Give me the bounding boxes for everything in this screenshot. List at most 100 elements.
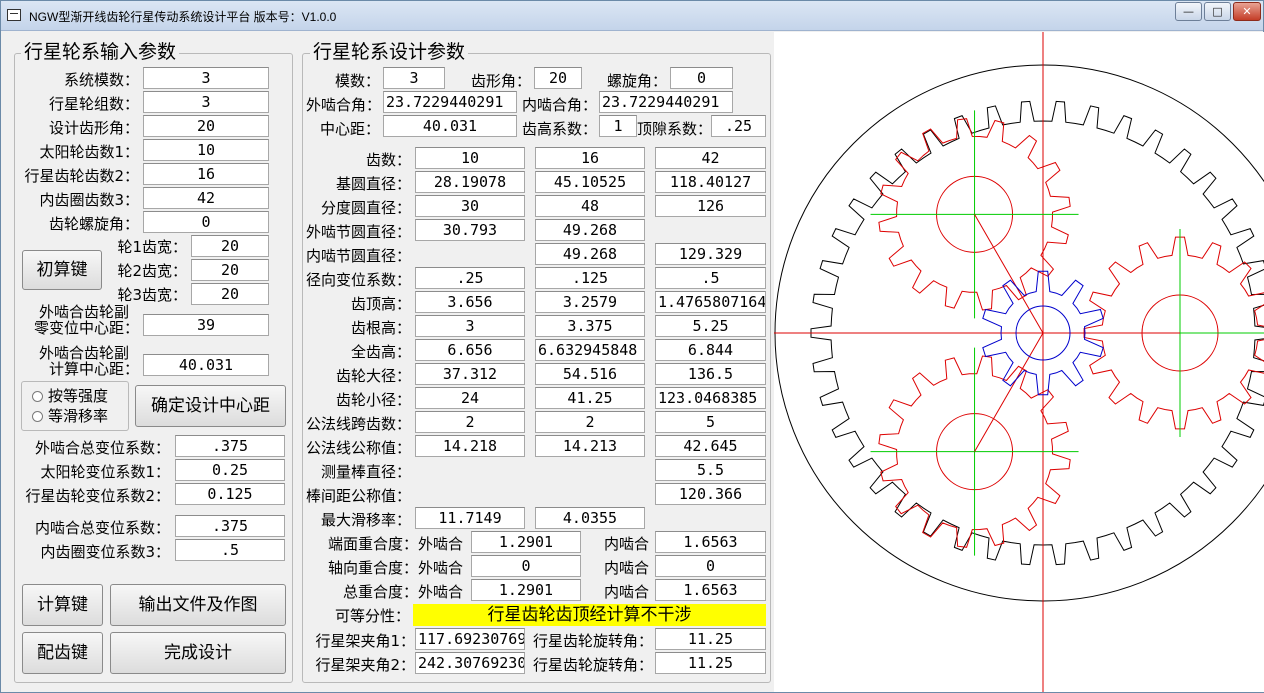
teeth-value-ring[interactable]: 42 <box>655 147 766 169</box>
helix-angle-input[interactable]: 0 <box>143 211 269 233</box>
ext-operating-pitch-planet[interactable]: 49.268 <box>535 219 645 241</box>
sun-teeth-input[interactable]: 10 <box>143 139 269 161</box>
addendum-planet[interactable]: 3.2579 <box>535 291 645 313</box>
int-operating-pitch-label: 内啮节圆直径： <box>306 247 412 265</box>
span-length-sun[interactable]: 14.218 <box>415 435 525 457</box>
planet-count-input[interactable]: 3 <box>143 91 269 113</box>
dedendum-sun[interactable]: 3 <box>415 315 525 337</box>
minor-diameter-planet[interactable]: 41.25 <box>535 387 645 409</box>
radio-equal-slide[interactable] <box>32 411 43 422</box>
whole-depth-planet[interactable]: 6.632945848 <box>535 339 645 361</box>
design-module-value[interactable]: 3 <box>383 67 445 89</box>
span-teeth-planet[interactable]: 2 <box>535 411 645 433</box>
minor-diameter-sun[interactable]: 24 <box>415 387 525 409</box>
carrier-angle2-value[interactable]: 242.3076923077 <box>415 652 525 674</box>
addendum-label: 齿顶高： <box>350 295 411 313</box>
max-slide-ratio-planet[interactable]: 4.0355 <box>535 507 645 529</box>
carrier-angle1-value[interactable]: 117.6923076923 <box>415 628 525 650</box>
span-teeth-label: 公法线跨齿数： <box>306 415 412 433</box>
span-teeth-sun[interactable]: 2 <box>415 411 525 433</box>
whole-depth-ring[interactable]: 6.844 <box>655 339 766 361</box>
major-diameter-ring[interactable]: 136.5 <box>655 363 766 385</box>
ring-teeth-input[interactable]: 42 <box>143 187 269 209</box>
int-operating-pitch-ring[interactable]: 129.329 <box>655 243 766 265</box>
ext-total-shift-input[interactable]: .375 <box>175 435 285 457</box>
module-input[interactable]: 3 <box>143 67 269 89</box>
confirm-center-button[interactable]: 确定设计中心距 <box>135 385 286 427</box>
match-teeth-button[interactable]: 配齿键 <box>22 632 103 674</box>
int-operating-pitch-planet[interactable]: 49.268 <box>535 243 645 265</box>
assembly-label: 可等分性： <box>334 607 410 625</box>
major-diameter-sun[interactable]: 37.312 <box>415 363 525 385</box>
output-and-plot-button[interactable]: 输出文件及作图 <box>110 584 286 626</box>
gear2-width-input[interactable]: 20 <box>191 259 269 281</box>
pitch-diameter-sun[interactable]: 30 <box>415 195 525 217</box>
design-helix-value[interactable]: 0 <box>670 67 733 89</box>
ext-calc-center-input[interactable]: 40.031 <box>143 354 269 376</box>
gear3-width-input[interactable]: 20 <box>191 283 269 305</box>
pitch-diameter-planet[interactable]: 48 <box>535 195 645 217</box>
span-length-ring[interactable]: 42.645 <box>655 435 766 457</box>
int-total-shift-input[interactable]: .375 <box>175 515 285 537</box>
sun-shift-input[interactable]: 0.25 <box>175 459 285 481</box>
pin-distance-ring[interactable]: 120.366 <box>655 483 766 505</box>
axial-contact-ext[interactable]: 0 <box>471 555 581 577</box>
radial-shift-sun[interactable]: .25 <box>415 267 525 289</box>
ring-shift-label: 内齿圈变位系数3： <box>40 543 170 561</box>
teeth-value-planet[interactable]: 16 <box>535 147 645 169</box>
tooth-angle-value[interactable]: 20 <box>534 67 582 89</box>
planet-teeth-input[interactable]: 16 <box>143 163 269 185</box>
pin-diameter-ring[interactable]: 5.5 <box>655 459 766 481</box>
radial-shift-ring[interactable]: .5 <box>655 267 766 289</box>
transverse-contact-ext[interactable]: 1.2901 <box>471 531 581 553</box>
carrier-angle1-label: 行星架夹角1： <box>315 632 415 650</box>
axial-contact-int[interactable]: 0 <box>655 555 766 577</box>
span-teeth-ring[interactable]: 5 <box>655 411 766 433</box>
pitch-diameter-ring[interactable]: 126 <box>655 195 766 217</box>
transverse-contact-int[interactable]: 1.6563 <box>655 531 766 553</box>
total-contact-ext[interactable]: 1.2901 <box>471 579 581 601</box>
planet-rotation1-value[interactable]: 11.25 <box>655 628 766 650</box>
gear1-width-input[interactable]: 20 <box>191 235 269 257</box>
pin-distance-label: 棒间距公称值： <box>306 487 412 505</box>
addendum-coef-value[interactable]: 1 <box>599 115 637 137</box>
dedendum-planet[interactable]: 3.375 <box>535 315 645 337</box>
maximize-button[interactable]: □ <box>1204 2 1231 21</box>
dedendum-ring[interactable]: 5.25 <box>655 315 766 337</box>
initial-calc-button[interactable]: 初算键 <box>22 250 102 290</box>
planet-shift-input[interactable]: 0.125 <box>175 483 285 505</box>
total-int-label: 内啮合 <box>603 583 649 601</box>
base-diameter-sun[interactable]: 28.19078 <box>415 171 525 193</box>
minor-diameter-ring[interactable]: 123.0468385 <box>655 387 766 409</box>
pressure-angle-input[interactable]: 20 <box>143 115 269 137</box>
teeth-value-sun[interactable]: 10 <box>415 147 525 169</box>
teeth-label: 齿数： <box>365 151 411 169</box>
total-contact-int[interactable]: 1.6563 <box>655 579 766 601</box>
int-mesh-angle-value[interactable]: 23.7229440291 <box>599 91 733 113</box>
base-diameter-ring[interactable]: 118.40127 <box>655 171 766 193</box>
ext-mesh-angle-value[interactable]: 23.7229440291 <box>383 91 517 113</box>
minor-diameter-label: 齿轮小径： <box>335 391 411 409</box>
finish-design-button[interactable]: 完成设计 <box>110 632 286 674</box>
center-distance-value[interactable]: 40.031 <box>383 115 517 137</box>
clearance-coef-value[interactable]: .25 <box>711 115 766 137</box>
max-slide-ratio-sun[interactable]: 11.7149 <box>415 507 525 529</box>
main-window: NGW型渐开线齿轮行星传动系统设计平台 版本号：V1.0.0 — □ ✕ 行星轮… <box>0 0 1264 693</box>
int-mesh-angle-label: 内啮合角： <box>521 96 597 114</box>
radio-equal-strength[interactable] <box>32 391 43 402</box>
major-diameter-planet[interactable]: 54.516 <box>535 363 645 385</box>
ring-shift-input[interactable]: .5 <box>175 539 285 561</box>
addendum-sun[interactable]: 3.656 <box>415 291 525 313</box>
close-button[interactable]: ✕ <box>1233 2 1261 21</box>
base-diameter-planet[interactable]: 45.10525 <box>535 171 645 193</box>
radial-shift-planet[interactable]: .125 <box>535 267 645 289</box>
calculate-button[interactable]: 计算键 <box>22 584 103 626</box>
addendum-ring[interactable]: 1.47658071649 <box>655 291 766 313</box>
ext-zero-center-input[interactable]: 39 <box>143 314 269 336</box>
span-length-planet[interactable]: 14.213 <box>535 435 645 457</box>
planet-rotation2-value[interactable]: 11.25 <box>655 652 766 674</box>
whole-depth-sun[interactable]: 6.656 <box>415 339 525 361</box>
gear-drawing-canvas[interactable] <box>774 32 1264 692</box>
ext-operating-pitch-sun[interactable]: 30.793 <box>415 219 525 241</box>
minimize-button[interactable]: — <box>1175 2 1202 21</box>
